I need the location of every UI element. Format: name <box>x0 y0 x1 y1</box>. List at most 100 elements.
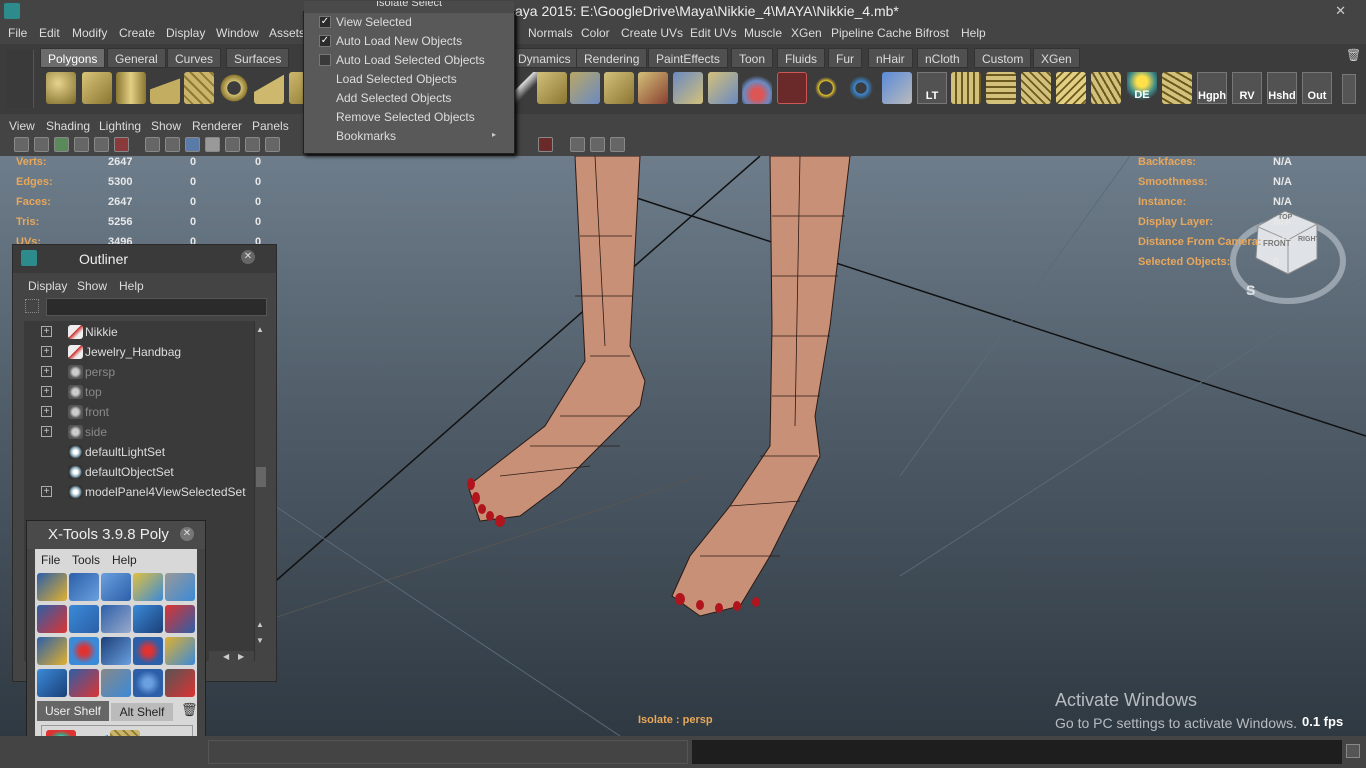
shelf-tab-toon[interactable]: Toon <box>731 48 774 68</box>
image-plane-icon[interactable] <box>74 137 89 152</box>
camera-attr-icon[interactable] <box>34 137 49 152</box>
soft-select-icon[interactable] <box>742 72 772 104</box>
xtool-icon-15[interactable] <box>165 637 195 665</box>
menu-create-uvs[interactable]: Create UVs <box>621 26 683 40</box>
trash-icon[interactable]: 🗑 <box>1346 48 1361 62</box>
panel-menu-shading[interactable]: Shading <box>46 119 90 133</box>
xtool-icon-3[interactable] <box>101 573 131 601</box>
viewcube-compass-label[interactable]: S <box>1246 282 1255 298</box>
scale-manip-icon[interactable] <box>882 72 912 104</box>
outliner-search-input[interactable] <box>46 298 267 316</box>
alt-shelf-tab[interactable]: Alt Shelf <box>111 703 173 721</box>
outliner-item-front[interactable]: front <box>85 405 109 419</box>
xtool-icon-20[interactable] <box>165 669 195 697</box>
view-selected-checkbox[interactable]: ✓ <box>319 16 331 28</box>
xtool-icon-19[interactable] <box>133 669 163 697</box>
panel-menu-show[interactable]: Show <box>151 119 181 133</box>
shelf-tab-surfaces[interactable]: Surfaces <box>226 48 290 68</box>
menu-normals[interactable]: Normals <box>528 26 573 40</box>
shelf-tab-fluids[interactable]: Fluids <box>777 48 826 68</box>
bookmark-icon[interactable] <box>54 137 69 152</box>
menu-color[interactable]: Color <box>581 26 610 40</box>
outliner-item-persp[interactable]: persp <box>85 365 115 379</box>
xtool-icon-1[interactable] <box>37 573 67 601</box>
auto-load-new-checkbox[interactable]: ✓ <box>319 35 331 47</box>
xtool-icon-16[interactable] <box>37 669 67 697</box>
viewcube-top-label[interactable]: TOP <box>1278 214 1292 221</box>
menu-muscle[interactable]: Muscle <box>744 26 782 40</box>
xray-joints-icon[interactable] <box>590 137 605 152</box>
scroll-right-icon[interactable]: ▶ <box>238 652 244 661</box>
shelf-tab-nhair[interactable]: nHair <box>868 48 913 68</box>
merge-icon[interactable] <box>673 72 703 104</box>
menu-edit-uvs[interactable]: Edit UVs <box>690 26 737 40</box>
poly-cylinder-icon[interactable] <box>116 72 146 104</box>
shelf-tab-dynamics[interactable]: Dynamics <box>510 48 579 68</box>
hshd-shelf-button[interactable]: Hshd <box>1267 72 1297 104</box>
camera-icon[interactable] <box>14 137 29 152</box>
uv-tool-icon-3[interactable] <box>1021 72 1051 104</box>
scroll-down-icon[interactable]: ▼ <box>256 636 264 645</box>
auto-load-selected-checkbox[interactable] <box>319 54 331 66</box>
menu-create[interactable]: Create <box>119 26 155 40</box>
xtool-icon-18[interactable] <box>101 669 131 697</box>
xtool-icon-14[interactable] <box>133 637 163 665</box>
xtool-icon-9[interactable] <box>133 605 163 633</box>
shelf-tab-painteffects[interactable]: PaintEffects <box>648 48 728 68</box>
xtools-menu-tools[interactable]: Tools <box>72 553 100 567</box>
outliner-item-nikkie[interactable]: Nikkie <box>85 325 118 339</box>
xtool-icon-4[interactable] <box>133 573 163 601</box>
xtool-icon-13[interactable] <box>101 637 131 665</box>
panel-menu-view[interactable]: View <box>9 119 35 133</box>
split-icon[interactable] <box>638 72 668 104</box>
panel-menu-lighting[interactable]: Lighting <box>99 119 141 133</box>
view-selected-item[interactable]: View Selected <box>336 15 412 29</box>
trash-icon[interactable]: 🗑 <box>181 702 198 718</box>
rv-shelf-button[interactable]: RV <box>1232 72 1262 104</box>
poly-pyramid-icon[interactable] <box>254 72 284 104</box>
screen-space-ao-icon[interactable] <box>265 137 280 152</box>
paint-tool-icon[interactable] <box>777 72 807 104</box>
menu-edit[interactable]: Edit <box>39 26 60 40</box>
poly-cone-icon[interactable] <box>150 72 180 104</box>
shelf-tab-curves[interactable]: Curves <box>167 48 222 68</box>
shelf-tab-general[interactable]: General <box>107 48 166 68</box>
xtool-icon-7[interactable] <box>69 605 99 633</box>
de-shelf-button[interactable]: DE <box>1127 72 1157 104</box>
combine-icon[interactable] <box>708 72 738 104</box>
wireframe-on-shaded-icon[interactable] <box>185 137 200 152</box>
shelf-tab-polygons[interactable]: Polygons <box>40 48 106 68</box>
user-shelf-tab[interactable]: User Shelf <box>37 701 109 721</box>
outliner-hscrollbar[interactable]: ◀ ▶ <box>209 651 254 665</box>
xray-icon[interactable] <box>570 137 585 152</box>
panel-menu-panels[interactable]: Panels <box>252 119 289 133</box>
outliner-menu-display[interactable]: Display <box>28 279 67 293</box>
close-icon[interactable]: ✕ <box>180 527 194 541</box>
xtool-icon-11[interactable] <box>37 637 67 665</box>
shelf-tab-fur[interactable]: Fur <box>828 48 862 68</box>
expand-icon[interactable]: + <box>41 326 52 337</box>
menu-bifrost[interactable]: Bifrost <box>915 26 949 40</box>
bookmarks-item[interactable]: Bookmarks <box>336 129 396 143</box>
shadows-icon[interactable] <box>245 137 260 152</box>
auto-load-new-item[interactable]: Auto Load New Objects <box>336 34 462 48</box>
outliner-title-bar[interactable] <box>13 245 276 273</box>
auto-load-selected-item[interactable]: Auto Load Selected Objects <box>336 53 485 67</box>
close-icon[interactable]: ✕ <box>241 250 255 264</box>
lights-icon[interactable] <box>225 137 240 152</box>
poly-sphere-icon[interactable] <box>46 72 76 104</box>
smooth-shade-icon[interactable] <box>165 137 180 152</box>
poly-plane-icon[interactable] <box>184 72 214 104</box>
load-selected-item[interactable]: Load Selected Objects <box>336 72 457 86</box>
outliner-item-modelpanel4viewselectedset[interactable]: modelPanel4ViewSelectedSet <box>85 485 246 499</box>
expand-icon[interactable]: + <box>41 406 52 417</box>
shelf-tab-ncloth[interactable]: nCloth <box>917 48 968 68</box>
xtool-icon-10[interactable] <box>165 605 195 633</box>
remove-selected-item[interactable]: Remove Selected Objects <box>336 110 475 124</box>
menu-assets[interactable]: Assets <box>269 26 305 40</box>
uv-tool-icon-2[interactable] <box>986 72 1016 104</box>
popup-title[interactable]: Isolate Select <box>304 1 514 13</box>
xtools-menu-file[interactable]: File <box>41 553 60 567</box>
xtool-icon-2[interactable] <box>69 573 99 601</box>
shelf-handle[interactable] <box>6 50 34 108</box>
